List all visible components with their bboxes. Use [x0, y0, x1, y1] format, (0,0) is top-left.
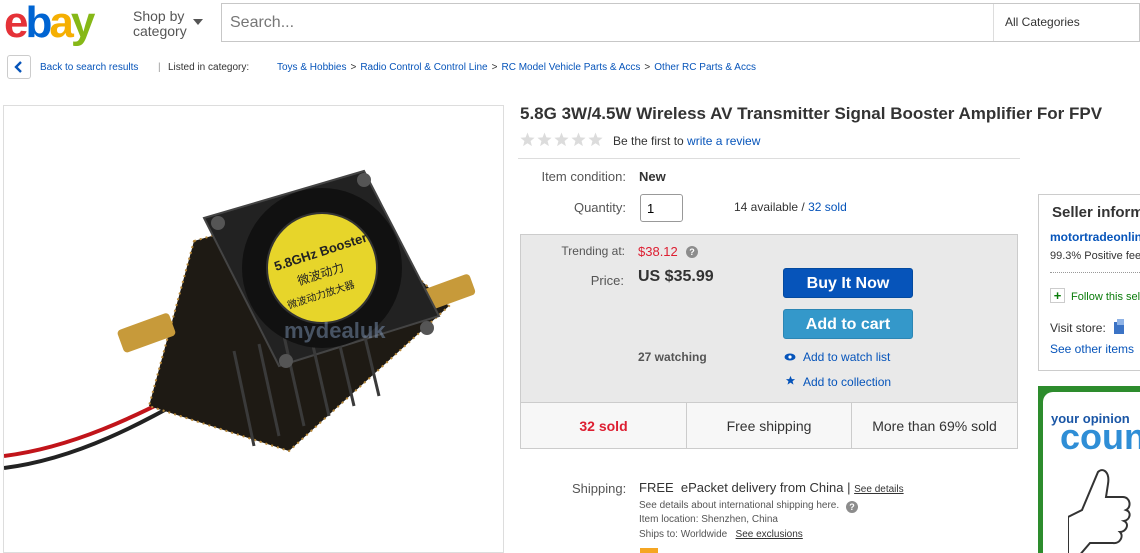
sold-count-link[interactable]: 32 sold — [808, 200, 847, 214]
breadcrumb-toys-hobbies[interactable]: Toys & Hobbies — [277, 62, 346, 73]
breadcrumb-radio-control[interactable]: Radio Control & Control Line — [360, 62, 487, 73]
feedback-ad[interactable]: your opinion counts — [1038, 386, 1140, 553]
available-count: 14 available / — [734, 200, 805, 214]
add-to-collection[interactable]: Add to collection — [784, 375, 891, 389]
search-bar: All Categories — [221, 3, 1140, 42]
seller-info-box: Seller information motortradeonline 99.3… — [1038, 194, 1140, 371]
ad-line2: counts — [1060, 416, 1140, 457]
rating-star-icon[interactable] — [520, 132, 535, 147]
seller-feedback: 99.3% Positive feedback — [1050, 250, 1140, 262]
rating-star-icon[interactable] — [554, 132, 569, 147]
buy-it-now-button[interactable]: Buy It Now — [783, 268, 913, 298]
seller-info-title: Seller information — [1052, 204, 1140, 221]
product-image-panel[interactable]: 5.8GHz Booster 微波动力 微波动力放大器 mydealuk — [3, 105, 504, 553]
add-to-cart-button[interactable]: Add to cart — [783, 309, 913, 339]
help-icon[interactable]: ? — [845, 501, 858, 513]
ebay-logo[interactable]: ebay — [4, 0, 122, 46]
trending-label: Trending at: — [561, 244, 625, 258]
trending-price: $38.12 — [638, 244, 678, 259]
intl-note-text: See details about international shipping… — [639, 500, 840, 511]
shop-by-line2: category — [133, 23, 187, 39]
breadcrumb: Toys & Hobbies > Radio Control & Control L… — [277, 62, 756, 73]
write-review-link[interactable]: write a review — [687, 134, 760, 148]
ad-panel: your opinion counts — [1043, 392, 1140, 553]
shipping-method: ePacket delivery from China — [680, 480, 844, 495]
visit-store[interactable]: Visit store: — [1050, 319, 1125, 335]
eye-icon — [784, 350, 796, 364]
watermark: mydealuk — [284, 318, 386, 343]
quantity-input[interactable] — [640, 194, 683, 222]
product-title: 5.8G 3W/4.5W Wireless AV Transmitter Sig… — [520, 104, 1103, 123]
divider — [518, 158, 1020, 159]
chevron-down-icon — [193, 19, 203, 25]
sales-stats-bar: 32 sold Free shipping More than 69% sold — [521, 402, 1017, 449]
logo-letter-e: e — [4, 0, 27, 46]
item-location: Item location: Shenzhen, China — [639, 514, 778, 525]
stat-free-shipping: Free shipping — [726, 418, 812, 434]
store-icon — [1114, 319, 1125, 334]
follow-label: Follow this seller — [1071, 291, 1140, 303]
shipping-accent-bar — [640, 548, 658, 553]
review-prefix: Be the first to — [613, 134, 684, 148]
quantity-label: Quantity: — [573, 200, 626, 215]
watch-list-label: Add to watch list — [803, 350, 891, 364]
rating-star-icon[interactable] — [571, 132, 586, 147]
review-prompt: Be the first to write a review — [613, 134, 760, 148]
follow-seller[interactable]: + Follow this seller — [1050, 288, 1140, 303]
plus-icon: + — [1050, 288, 1065, 303]
logo-letter-y: y — [71, 0, 96, 46]
search-input[interactable] — [230, 12, 970, 34]
breadcrumb-other-rc[interactable]: Other RC Parts & Accs — [654, 62, 756, 73]
availability: 14 available / 32 sold — [734, 200, 847, 214]
seller-name-link[interactable]: motortradeonline — [1050, 230, 1140, 244]
logo-letter-b: b — [25, 0, 51, 46]
shop-by-line1: Shop by — [133, 8, 185, 24]
shipping-label: Shipping: — [572, 481, 627, 496]
shipping-separator: | — [847, 480, 851, 495]
star-icon — [784, 375, 796, 389]
breadcrumb-rc-parts[interactable]: RC Model Vehicle Parts & Accs — [501, 62, 640, 73]
back-to-search-link[interactable]: Back to search results — [40, 62, 138, 73]
watching-count: 27 watching — [638, 350, 707, 364]
help-icon[interactable]: ? — [686, 246, 698, 258]
category-select[interactable]: All Categories — [1005, 15, 1080, 29]
visit-store-label: Visit store: — [1050, 321, 1106, 335]
breadcrumb-arrow: > — [644, 62, 651, 73]
collection-label: Add to collection — [803, 375, 892, 389]
price: US $35.99 — [638, 268, 714, 285]
svg-text:ebay: ebay — [4, 0, 96, 46]
divider — [1050, 272, 1140, 273]
ships-to-text: Ships to: Worldwide — [639, 529, 728, 540]
listed-in-label: Listed in category: — [168, 62, 250, 73]
condition-label: Item condition: — [541, 169, 626, 184]
rating-stars[interactable] — [520, 132, 608, 153]
ships-to: Ships to: Worldwide See exclusions — [639, 529, 803, 540]
see-details-link[interactable]: See details — [854, 484, 903, 495]
add-to-watch-list[interactable]: Add to watch list — [784, 350, 890, 364]
thumbs-up-icon — [1068, 469, 1131, 553]
breadcrumb-arrow: > — [350, 62, 357, 73]
stat-sold: 32 sold — [579, 418, 628, 434]
rating-star-icon[interactable] — [588, 132, 603, 147]
stat-percent-sold: More than 69% sold — [872, 418, 997, 434]
divider — [993, 4, 994, 41]
condition-value: New — [639, 169, 666, 184]
shop-by-category[interactable]: Shop by category — [133, 8, 203, 39]
breadcrumb-arrow: > — [491, 62, 498, 73]
intl-shipping-note: See details about international shipping… — [639, 499, 858, 513]
product-image: 5.8GHz Booster 微波动力 微波动力放大器 mydealuk — [4, 169, 476, 470]
chevron-left-icon — [14, 61, 22, 73]
see-exclusions-link[interactable]: See exclusions — [736, 529, 803, 540]
rating-star-icon[interactable] — [537, 132, 552, 147]
shipping-summary: FREE ePacket delivery from China | See d… — [639, 480, 904, 495]
back-button[interactable] — [7, 55, 31, 79]
shipping-free: FREE — [639, 480, 674, 495]
breadcrumb-separator: | — [158, 62, 161, 73]
see-other-items-link[interactable]: See other items — [1050, 342, 1134, 356]
price-label: Price: — [590, 273, 624, 288]
